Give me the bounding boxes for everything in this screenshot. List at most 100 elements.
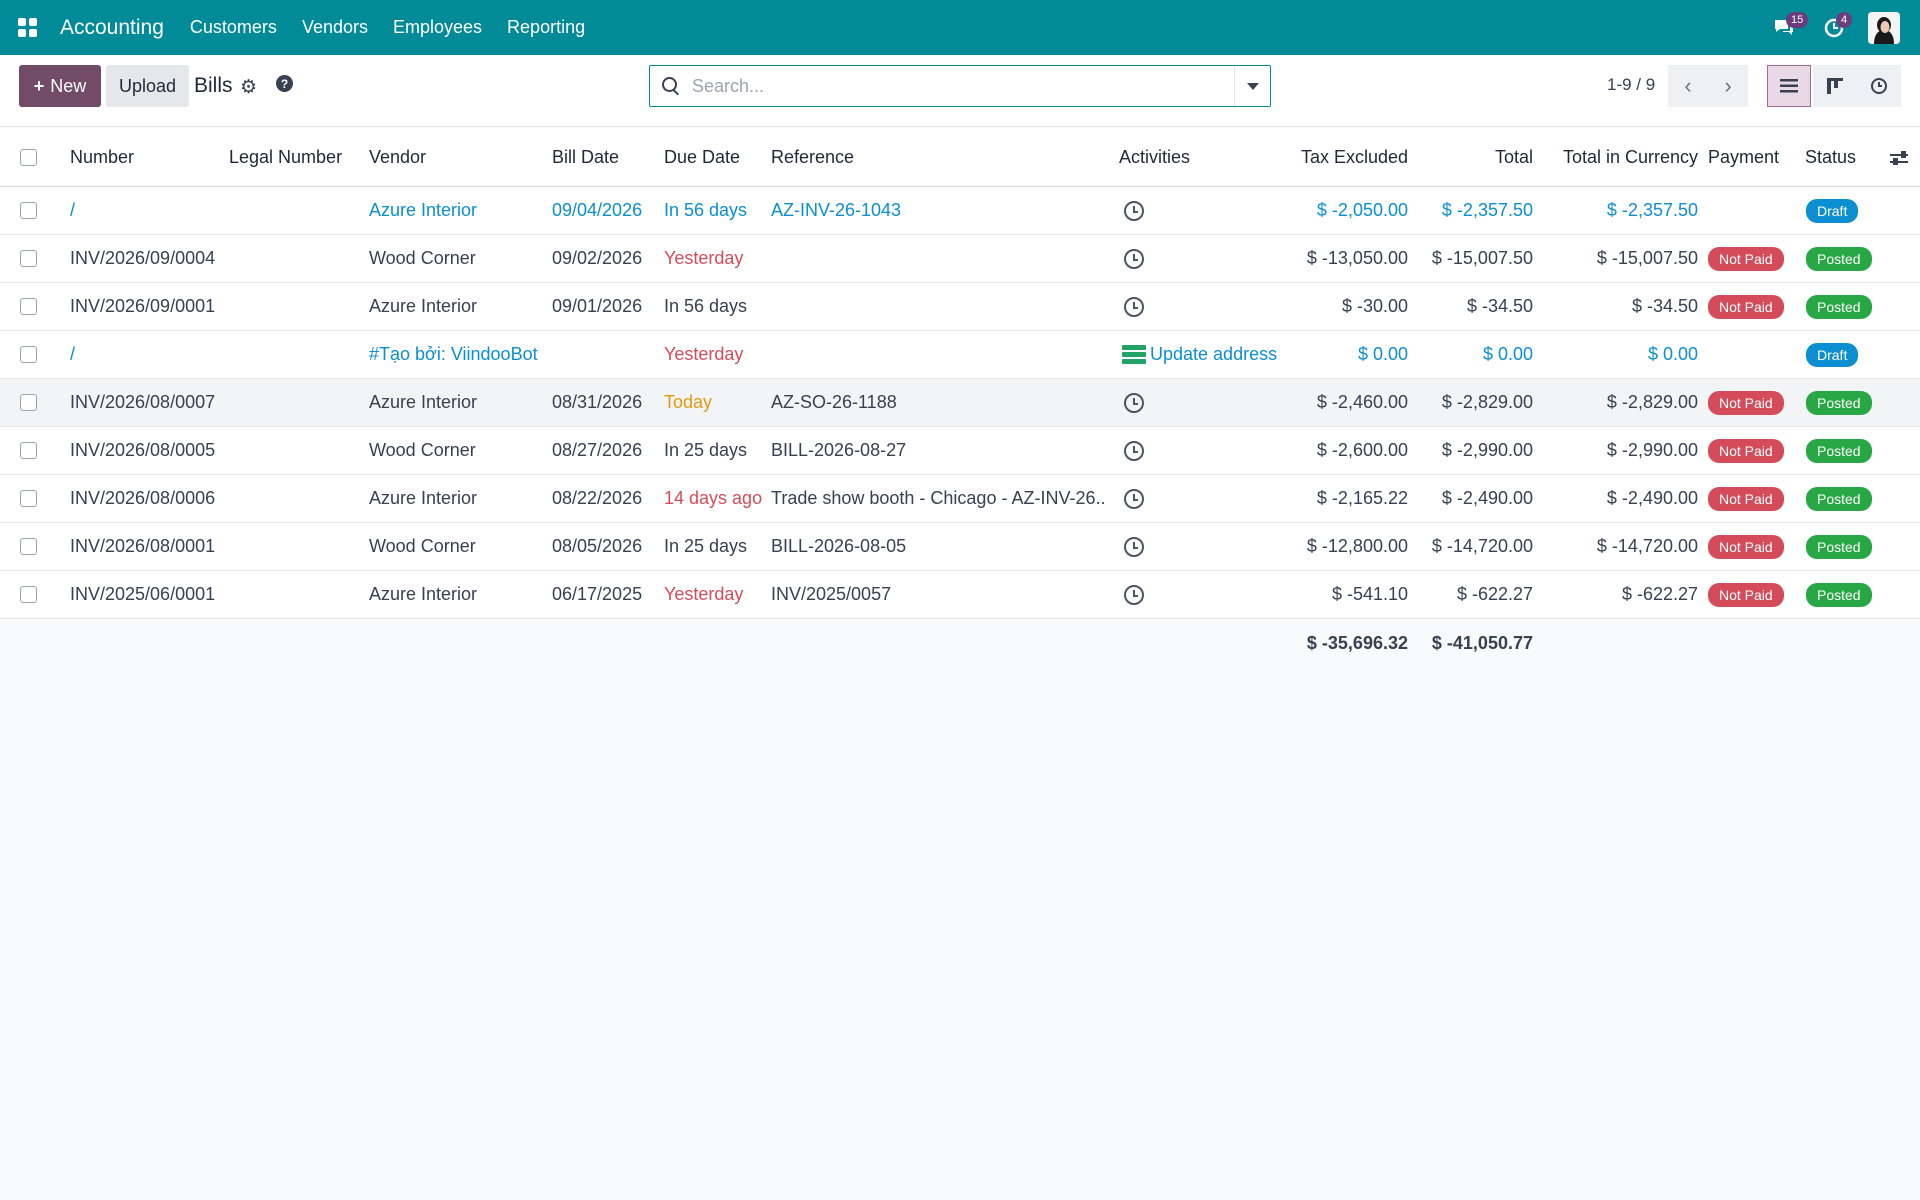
header-bill-date[interactable]: Bill Date [552,128,619,187]
list-view-button[interactable] [1767,65,1811,107]
search-input[interactable] [692,75,1212,97]
row-checkbox[interactable] [20,490,37,507]
total-in-currency: $ -14,720.00 [1596,536,1698,556]
row-checkbox[interactable] [20,250,37,267]
menu-reporting[interactable]: Reporting [507,17,585,38]
bill-date: 08/27/2026 [552,440,643,460]
row-checkbox[interactable] [20,538,37,555]
clock-icon [1124,392,1144,413]
total: $ -2,990.00 [1441,440,1533,460]
table-row[interactable]: INV/2025/06/0001 Azure Interior 06/17/20… [0,571,1920,619]
table-row[interactable]: / #Tạo bởi: ViindooBot Yesterday Update … [0,331,1920,379]
gear-icon[interactable]: ⚙ [240,76,257,99]
row-checkbox[interactable] [20,586,37,603]
row-select-cell [20,475,37,522]
payment-cell: Not Paid [1708,475,1784,522]
header-due-date[interactable]: Due Date [664,128,740,187]
activity-cell[interactable] [1124,475,1144,522]
table-row[interactable]: INV/2026/08/0001 Wood Corner 08/05/2026 … [0,523,1920,571]
due-date: 14 days ago [664,488,763,508]
reference: AZ-SO-26-1188 [771,392,897,412]
row-checkbox[interactable] [20,298,37,315]
activity-cell[interactable] [1124,571,1144,618]
header-payment[interactable]: Payment [1708,128,1779,187]
list-icon [1780,79,1798,93]
page-title[interactable]: Bills [194,74,233,98]
bill-number: INV/2026/08/0001 [70,536,216,556]
row-select-cell [20,283,37,330]
status-cell: Posted [1806,475,1872,522]
activity-cell[interactable]: Update address [1122,331,1277,378]
systray: 15 4 [1750,0,1900,55]
activity-cell[interactable] [1124,283,1144,330]
reference: BILL-2026-08-27 [771,440,907,460]
header-total[interactable]: Total [1420,128,1533,187]
due-date: Yesterday [664,584,744,604]
menu-customers[interactable]: Customers [190,17,277,38]
kanban-view-button[interactable] [1813,65,1857,107]
row-checkbox[interactable] [20,442,37,459]
status-badge: Posted [1806,390,1872,415]
table-row[interactable]: INV/2026/09/0004 Wood Corner 09/02/2026 … [0,235,1920,283]
total: $ -622.27 [1456,584,1533,604]
total-amount: $ -41,050.77 [1431,632,1533,653]
app-name[interactable]: Accounting [60,16,164,40]
due-date: Yesterday [664,248,744,268]
header-number[interactable]: Number [70,128,134,187]
select-all-checkbox[interactable] [20,149,37,166]
tax-excluded: $ -12,800.00 [1306,536,1408,556]
table-row[interactable]: INV/2026/08/0007 Azure Interior 08/31/20… [0,379,1920,427]
search-options-toggle[interactable] [1234,66,1270,106]
header-status[interactable]: Status [1805,128,1856,187]
row-checkbox[interactable] [20,202,37,219]
bill-date: 09/01/2026 [552,296,643,316]
apps-icon[interactable] [18,17,38,38]
reference: Trade show booth - Chicago - AZ-INV-26..… [771,488,1107,508]
upload-button[interactable]: Upload [106,65,189,107]
bill-number: INV/2026/08/0005 [70,440,216,460]
status-cell: Draft [1806,187,1859,234]
avatar[interactable] [1868,11,1900,44]
bill-date: 06/17/2025 [552,584,643,604]
row-checkbox[interactable] [20,394,37,411]
vendor-name: Azure Interior [369,392,478,412]
header-tax-excluded[interactable]: Tax Excluded [1290,128,1408,187]
payment-badge: Not Paid [1708,486,1784,511]
caret-down-icon [1246,82,1259,90]
table-row[interactable]: INV/2026/08/0006 Azure Interior 08/22/20… [0,475,1920,523]
activity-cell[interactable] [1124,235,1144,282]
header-total-in-currency[interactable]: Total in Currency [1545,128,1698,187]
row-select-cell [20,187,37,234]
pager-next-button[interactable]: › [1708,65,1748,107]
pager-previous-button[interactable]: ‹ [1668,65,1708,107]
table-row[interactable]: INV/2026/09/0001 Azure Interior 09/01/20… [0,283,1920,331]
header-reference[interactable]: Reference [771,128,854,187]
messages-count-badge: 15 [1786,11,1809,28]
bills-list: Number Legal Number Vendor Bill Date Due… [0,128,1920,667]
activity-cell[interactable] [1124,379,1144,426]
menu-vendors[interactable]: Vendors [302,17,368,38]
vendor-name: Azure Interior [369,296,478,316]
activity-cell[interactable] [1124,523,1144,570]
messages-button[interactable]: 15 [1768,11,1809,44]
pager-value[interactable]: 1-9 / 9 [1607,75,1655,95]
totals-row: $ -35,696.32 $ -41,050.77 [0,619,1920,667]
activity-cell[interactable] [1124,427,1144,474]
activity-cell[interactable] [1124,187,1144,234]
activities-button[interactable]: 4 [1818,11,1853,44]
optional-columns-toggle[interactable] [1890,128,1908,187]
total-in-currency: $ -2,357.50 [1606,200,1698,220]
status-badge: Draft [1806,342,1859,367]
bill-date: 09/04/2026 [552,200,643,220]
table-row[interactable]: / Azure Interior 09/04/2026 In 56 days A… [0,187,1920,235]
vendor-name: #Tạo bởi: ViindooBot [369,344,538,364]
table-row[interactable]: INV/2026/08/0005 Wood Corner 08/27/2026 … [0,427,1920,475]
help-icon[interactable]: ? [276,75,293,92]
activity-view-button[interactable] [1857,65,1901,107]
header-activities[interactable]: Activities [1119,128,1190,187]
header-vendor[interactable]: Vendor [369,128,426,187]
menu-employees[interactable]: Employees [393,17,482,38]
row-checkbox[interactable] [20,346,37,363]
header-legal-number[interactable]: Legal Number [229,128,342,187]
new-button[interactable]: + New [19,65,101,107]
